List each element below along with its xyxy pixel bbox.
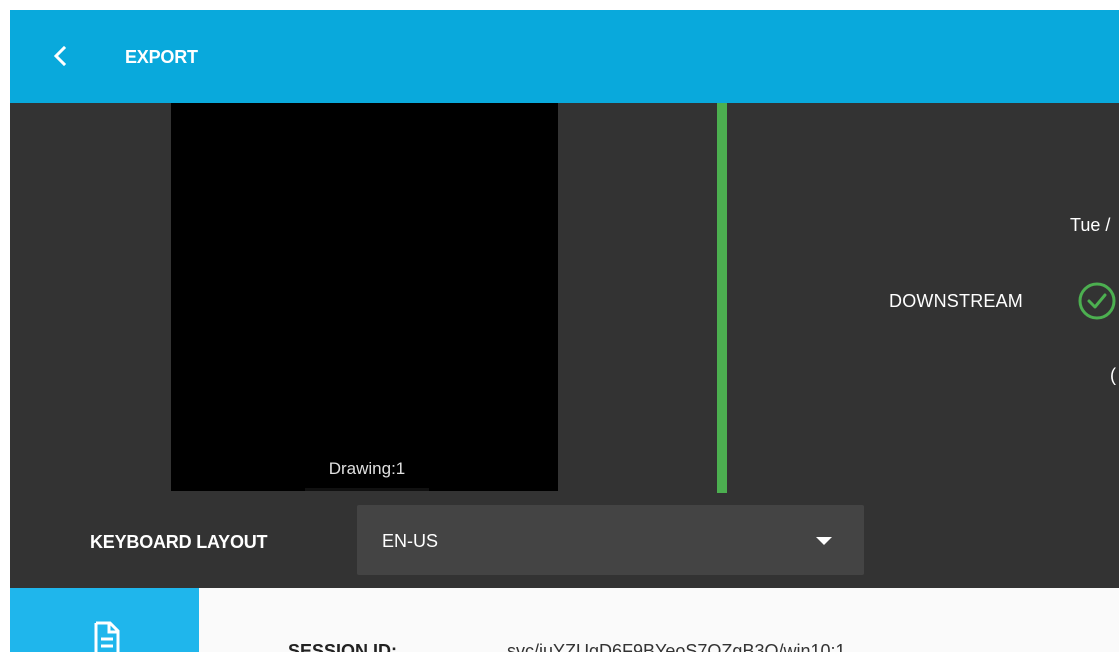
export-screen: EXPORT Drawing:1 Tue / DOWNSTREAM ( KEYB…: [0, 0, 1119, 652]
top-border: [0, 0, 1119, 10]
check-circle-icon: [1078, 282, 1116, 320]
back-button[interactable]: [46, 40, 74, 72]
keyboard-layout-select[interactable]: EN-US: [357, 505, 864, 575]
chevron-left-icon: [53, 46, 67, 66]
session-id-value: svc/iuYZUgD6F9BYeoS7QZgB3Q/win10:1: [507, 641, 846, 652]
session-icon-box: [10, 588, 199, 652]
left-border: [0, 0, 10, 652]
caret-down-icon: [816, 537, 832, 545]
document-icon: [94, 621, 120, 652]
keyboard-layout-label: KEYBOARD LAYOUT: [90, 532, 268, 552]
session-info-panel: SESSION ID: svc/iuYZUgD6F9BYeoS7QZgB3Q/w…: [10, 588, 1119, 652]
drawing-preview[interactable]: Drawing:1: [171, 103, 558, 491]
page-title: EXPORT: [125, 47, 198, 67]
status-divider: [717, 103, 727, 493]
drawing-label: Drawing:1: [328, 459, 406, 478]
date-text: Tue /: [1070, 215, 1111, 235]
downstream-label: DOWNSTREAM: [889, 291, 1023, 311]
drawing-label-underline: [305, 488, 429, 491]
keyboard-layout-value: EN-US: [382, 531, 439, 551]
app-header: EXPORT: [10, 10, 1119, 103]
status-partial-text: (: [1110, 365, 1116, 385]
session-id-label: SESSION ID:: [288, 641, 398, 652]
